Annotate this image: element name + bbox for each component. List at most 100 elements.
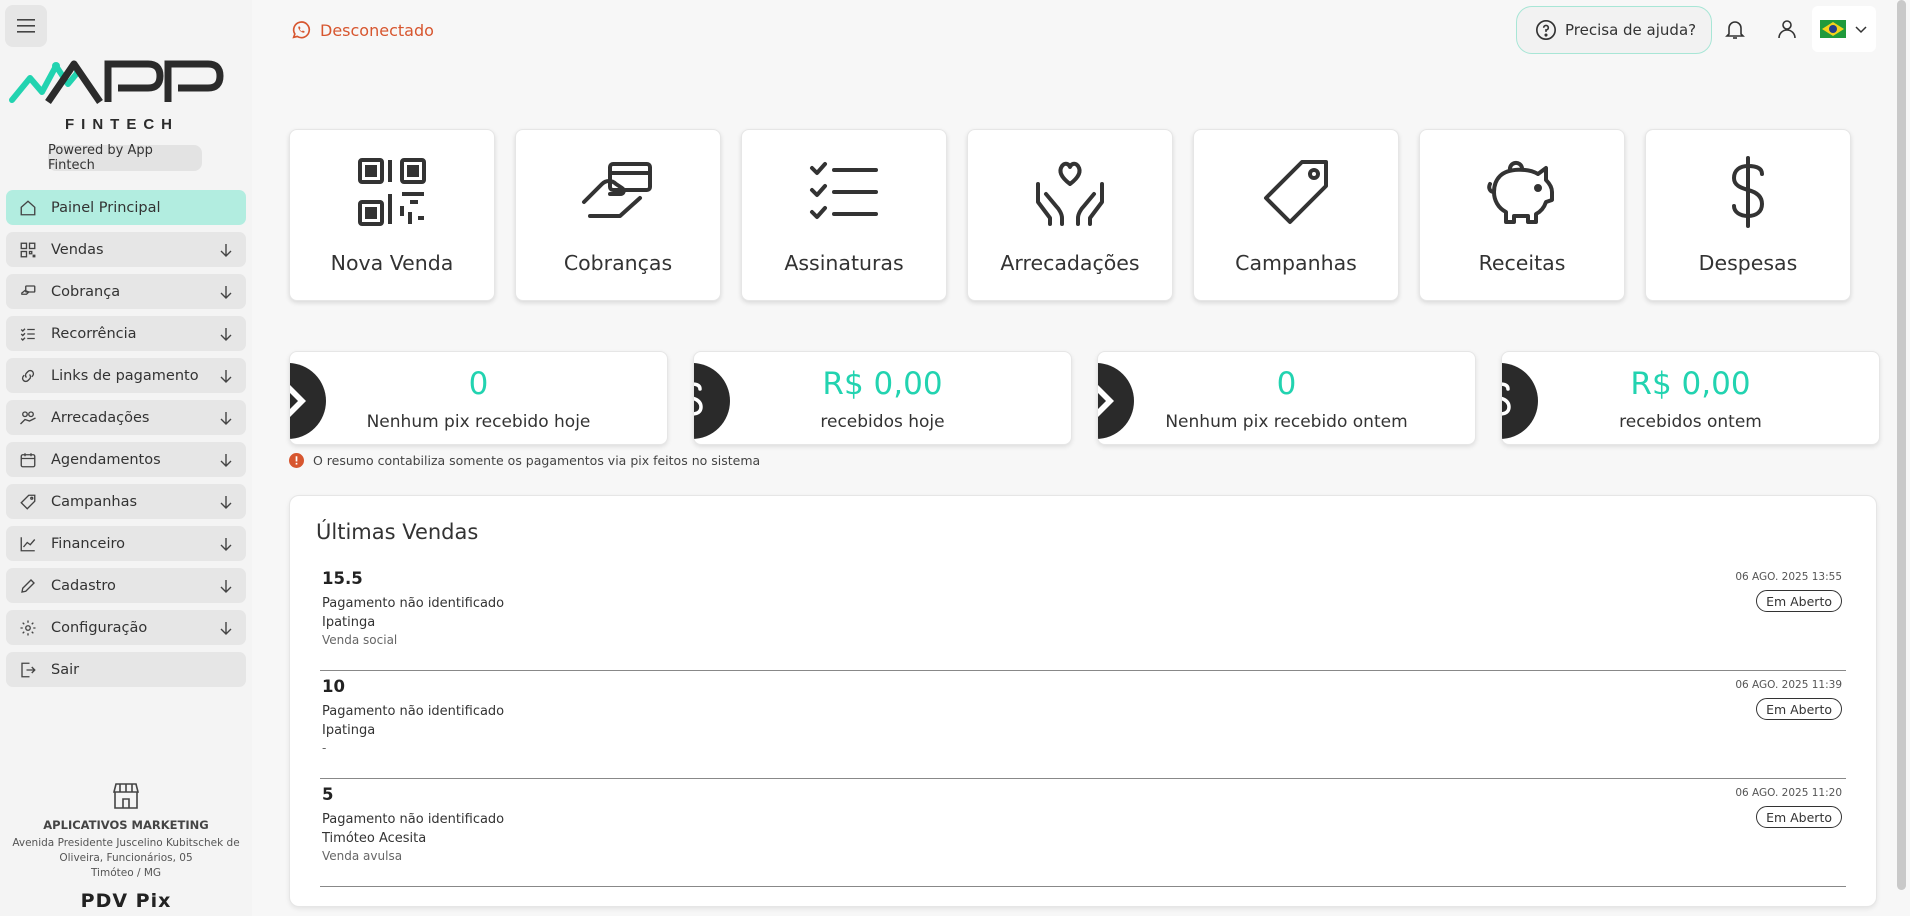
sale-description: Pagamento não identificado (322, 812, 505, 827)
sale-amount: 10 (322, 677, 345, 696)
help-button-label: Precisa de ajuda? (1565, 21, 1697, 39)
whatsapp-icon (292, 21, 311, 39)
sale-date: 06 AGO. 2025 11:39 (1735, 679, 1842, 691)
sidebar-item-label: Vendas (51, 241, 104, 258)
sidebar-item-painel-principal[interactable]: Painel Principal (6, 190, 246, 225)
tag-icon (1264, 160, 1328, 224)
stat-label: Nenhum pix recebido ontem (1165, 412, 1408, 432)
stat-card-valor-hoje: R$ 0,00 recebidos hoje (693, 351, 1072, 445)
sidebar-item-label: Sair (51, 661, 80, 678)
sidebar-item-cadastro[interactable]: Cadastro (6, 568, 246, 603)
chevron-down-icon (1855, 26, 1867, 34)
stat-value: R$ 0,00 (822, 366, 943, 402)
stat-value: 0 (1276, 366, 1297, 402)
list-check-icon (20, 327, 35, 341)
question-icon (1536, 20, 1556, 40)
sidebar-item-campanhas[interactable]: Campanhas (6, 484, 246, 519)
chart-icon (20, 536, 36, 551)
company-address-line1: Avenida Presidente Juscelino Kubitschek … (12, 837, 240, 849)
company-info: APLICATIVOS MARKETING Avenida Presidente… (0, 780, 252, 881)
tile-label: Arrecadações (1000, 251, 1140, 275)
sidebar-item-label: Configuração (51, 619, 148, 636)
sidebar-item-label: Recorrência (51, 325, 137, 342)
sale-status-badge: Em Aberto (1756, 698, 1842, 720)
sidebar-item-configuracao[interactable]: Configuração (6, 610, 246, 645)
sale-status-badge: Em Aberto (1756, 806, 1842, 828)
sidebar-item-label: Financeiro (51, 535, 126, 552)
tile-campanhas[interactable]: Campanhas (1193, 129, 1399, 301)
sidebar-item-arrecadacoes[interactable]: Arrecadações (6, 400, 246, 435)
sale-row[interactable]: 5 Pagamento não identificado Timóteo Ace… (320, 779, 1846, 887)
sale-city: Timóteo Acesita (322, 831, 427, 846)
home-icon (20, 199, 36, 215)
stat-card-valor-ontem: R$ 0,00 recebidos ontem (1501, 351, 1880, 445)
hand-card-icon (20, 284, 36, 295)
sidebar-nav: Painel Principal Vendas Cobrança Recorrê… (6, 190, 246, 694)
sidebar-item-vendas[interactable]: Vendas (6, 232, 246, 267)
qr-icon (20, 242, 36, 257)
sidebar-item-cobranca[interactable]: Cobrança (6, 274, 246, 309)
tag-icon (20, 494, 36, 510)
sale-row[interactable]: 10 Pagamento não identificado Ipatinga -… (320, 671, 1846, 779)
sidebar-item-label: Campanhas (51, 493, 138, 510)
pix-summary: 0 Nenhum pix recebido hoje R$ 0,00 receb… (289, 351, 1880, 445)
sidebar-item-label: Arrecadações (51, 409, 150, 426)
connection-status[interactable]: Desconectado (290, 18, 434, 42)
tile-label: Receitas (1478, 251, 1566, 275)
tile-despesas[interactable]: Despesas (1645, 129, 1851, 301)
tile-cobrancas[interactable]: Cobranças (515, 129, 721, 301)
tile-label: Assinaturas (784, 251, 904, 275)
tile-label: Despesas (1698, 251, 1798, 275)
list-check-icon (810, 162, 878, 219)
sale-amount: 15.5 (322, 569, 363, 588)
sidebar-item-label: Painel Principal (51, 199, 161, 216)
bell-icon[interactable] (1723, 17, 1747, 41)
quick-actions: Nova Venda Cobranças Assinaturas Arrecad… (289, 129, 1871, 301)
logout-icon (21, 662, 36, 677)
sidebar-item-label: Cadastro (51, 577, 116, 594)
sale-type: - (322, 741, 327, 755)
sidebar-item-financeiro[interactable]: Financeiro (6, 526, 246, 561)
arrow-down-icon (220, 327, 232, 341)
arrow-down-icon (220, 285, 232, 299)
brazil-flag-icon (1820, 20, 1846, 38)
language-selector[interactable] (1812, 6, 1876, 52)
stat-label: Nenhum pix recebido hoje (366, 412, 591, 432)
arrow-down-icon (220, 369, 232, 383)
product-name: PDV Pix (80, 890, 172, 912)
sidebar-item-sair[interactable]: Sair (6, 652, 246, 687)
summary-info-text: O resumo contabiliza somente os pagament… (313, 453, 761, 468)
sidebar-item-links-de-pagamento[interactable]: Links de pagamento (6, 358, 246, 393)
stat-value: R$ 0,00 (1630, 366, 1751, 402)
connection-status-text: Desconectado (320, 20, 434, 40)
help-button[interactable]: Precisa de ajuda? (1516, 6, 1712, 54)
page-scrollbar[interactable] (1897, 0, 1906, 890)
sale-type: Venda social (322, 633, 398, 647)
company-address-line3: Timóteo / MG (90, 867, 162, 879)
arrow-down-icon (220, 453, 232, 467)
sale-type: Venda avulsa (322, 849, 403, 863)
stat-value: 0 (468, 366, 489, 402)
pencil-icon (21, 578, 35, 593)
sale-row[interactable]: 15.5 Pagamento não identificado Ipatinga… (320, 563, 1846, 671)
qrcode-icon (358, 158, 426, 226)
sale-city: Ipatinga (322, 615, 376, 630)
sidebar-item-agendamentos[interactable]: Agendamentos (6, 442, 246, 477)
tile-assinaturas[interactable]: Assinaturas (741, 129, 947, 301)
hamburger-icon (17, 19, 35, 33)
menu-toggle-button[interactable] (5, 5, 47, 47)
tile-nova-venda[interactable]: Nova Venda (289, 129, 495, 301)
logo-subtitle: FINTECH (65, 116, 179, 133)
user-icon[interactable] (1775, 17, 1799, 41)
link-icon (21, 369, 35, 382)
company-name: APLICATIVOS MARKETING (43, 818, 209, 832)
store-icon (112, 783, 140, 809)
calendar-icon (20, 452, 36, 467)
gear-icon (20, 620, 36, 635)
arrow-down-icon (220, 243, 232, 257)
sidebar-item-recorrencia[interactable]: Recorrência (6, 316, 246, 351)
tile-arrecadacoes[interactable]: Arrecadações (967, 129, 1173, 301)
dollar-icon (1731, 156, 1765, 228)
tile-receitas[interactable]: Receitas (1419, 129, 1625, 301)
app-logo: FINTECH (8, 56, 248, 134)
